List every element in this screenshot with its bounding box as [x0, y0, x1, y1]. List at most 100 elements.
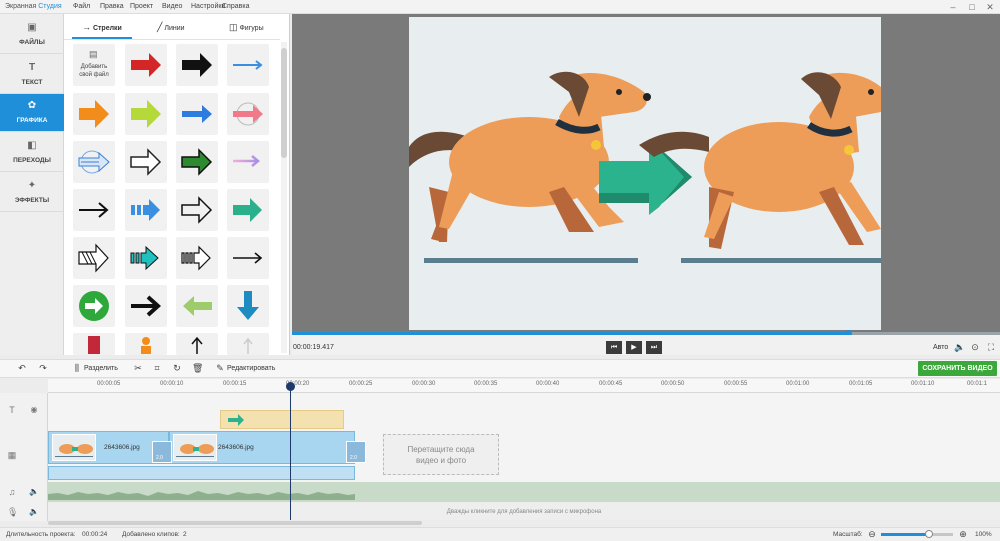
arrow-item[interactable] — [176, 285, 218, 327]
minimize-button[interactable]: – — [948, 2, 958, 12]
sidebar-item-transitions[interactable]: ◧ ПЕРЕХОДЫ — [0, 134, 64, 172]
arrow-item[interactable] — [227, 93, 269, 135]
black-arrow-icon — [182, 53, 212, 77]
arrow-item[interactable] — [125, 285, 167, 327]
menu-settings[interactable]: Настройки — [191, 3, 225, 10]
ruler-label: 00:00:55 — [724, 381, 748, 387]
thin-black-arrow-icon — [233, 252, 263, 264]
play-button[interactable]: ▶ — [626, 341, 642, 354]
edit-icon[interactable]: ✎ — [215, 363, 225, 373]
playhead-handle[interactable] — [286, 382, 295, 391]
ruler-label: 00:00:30 — [412, 381, 436, 387]
arrow-item[interactable] — [73, 93, 115, 135]
arrow-item[interactable] — [176, 333, 218, 355]
maximize-button[interactable]: □ — [967, 2, 977, 12]
arrow-item[interactable] — [73, 189, 115, 231]
next-frame-button[interactable]: ⏭ — [646, 341, 662, 354]
drop-zone-text: Перетащите сюда — [407, 445, 475, 454]
volume-icon[interactable]: 🔈 — [29, 487, 39, 497]
video-clip[interactable]: 2643606.jpg — [169, 431, 355, 464]
cut-icon[interactable]: ✂ — [133, 363, 143, 373]
add-file-button[interactable]: ▤ Добавить свой файл — [73, 44, 115, 86]
arrow-item[interactable] — [125, 333, 167, 355]
transition-marker[interactable]: 2.0 — [346, 441, 366, 463]
segmented-blue-arrow-icon — [131, 199, 160, 221]
prev-frame-button[interactable]: ⏮ — [606, 341, 622, 354]
tab-arrows[interactable]: → Стрелки — [82, 18, 122, 36]
arrow-item[interactable] — [176, 237, 218, 279]
text-track[interactable] — [48, 393, 1000, 429]
split-button[interactable]: Разделить — [84, 365, 118, 372]
arrow-item[interactable] — [73, 237, 115, 279]
ruler-label: 00:00:15 — [223, 381, 247, 387]
arrow-item[interactable] — [176, 189, 218, 231]
transition-marker[interactable]: 2.0 — [152, 441, 172, 463]
menu-edit[interactable]: Правка — [100, 3, 124, 10]
clip-thumbnail — [52, 434, 96, 461]
ruler-label: 00:01:10 — [911, 381, 935, 387]
sidebar-item-graphics[interactable]: ✿ ГРАФИКА — [0, 94, 64, 132]
arrow-item[interactable] — [176, 93, 218, 135]
delete-icon[interactable]: 🗑 — [192, 363, 203, 373]
sidebar-item-text[interactable]: T ТЕКСТ — [0, 56, 64, 94]
arrow-item[interactable] — [125, 189, 167, 231]
tab-lines[interactable]: ╱ Линии — [157, 18, 185, 36]
outline-3d-arrow-icon — [130, 148, 162, 176]
clip-name: 2643606.jpg — [104, 444, 140, 451]
edit-button[interactable]: Редактировать — [227, 365, 275, 372]
split-icon[interactable]: ⫼ — [72, 363, 82, 373]
arrow-item[interactable] — [227, 237, 269, 279]
mic-hint: Дважды кликните для добавления записи с … — [446, 509, 602, 515]
volume-icon[interactable]: 🔈 — [954, 342, 965, 352]
zoom-slider-knob[interactable] — [925, 530, 933, 538]
menu-project[interactable]: Проект — [130, 3, 153, 10]
ruler-label: 00:00:50 — [661, 381, 685, 387]
crop-icon[interactable]: ⌗ — [152, 363, 162, 373]
sidebar-item-effects[interactable]: ✦ ЭФФЕКТЫ — [0, 174, 64, 212]
orange-person-icon — [141, 337, 151, 354]
transitions-icon: ◧ — [27, 140, 37, 151]
library-scrollbar-thumb[interactable] — [281, 48, 287, 158]
snapshot-icon[interactable]: ⊙ — [970, 342, 980, 352]
media-drop-zone[interactable]: Перетащите сюда видео и фото — [383, 434, 499, 475]
arrow-item[interactable] — [227, 333, 269, 355]
close-button[interactable]: ✕ — [985, 2, 995, 12]
menu-file[interactable]: Файл — [73, 3, 90, 10]
arrow-item[interactable] — [125, 93, 167, 135]
volume-icon[interactable]: 🔈 — [29, 507, 39, 517]
arrow-item[interactable] — [227, 285, 269, 327]
ruler-label: 00:00:40 — [536, 381, 560, 387]
arrow-item[interactable] — [176, 141, 218, 183]
mic-track-icon: 🎙 — [7, 507, 19, 517]
save-video-button[interactable]: СОХРАНИТЬ ВИДЕО — [918, 361, 997, 376]
skip-back-icon: ⏮ — [610, 344, 618, 351]
rotate-icon[interactable]: ↻ — [172, 363, 182, 373]
arrow-item[interactable] — [73, 285, 115, 327]
arrow-item[interactable] — [227, 44, 269, 86]
pink-arrow-icon — [233, 102, 263, 126]
green-circle-arrow-icon — [79, 291, 109, 321]
visibility-eye-icon[interactable]: ◉ — [29, 405, 39, 415]
arrow-item[interactable] — [125, 237, 167, 279]
aspect-auto-toggle[interactable]: Авто — [933, 344, 948, 351]
menu-video[interactable]: Видео — [162, 3, 182, 10]
clip-effects-strip[interactable] — [48, 466, 355, 480]
sidebar-item-files[interactable]: ▣ ФАЙЛЫ — [0, 16, 64, 54]
arrow-item[interactable] — [73, 141, 115, 183]
undo-icon[interactable]: ↶ — [17, 363, 27, 373]
arrow-item[interactable] — [227, 141, 269, 183]
graphics-clip[interactable] — [220, 410, 344, 429]
zoom-in-icon[interactable]: ⊕ — [958, 529, 968, 539]
video-clip[interactable]: 2643606.jpg — [48, 431, 169, 464]
arrow-item[interactable] — [227, 189, 269, 231]
zoom-out-icon[interactable]: ⊖ — [867, 529, 877, 539]
redo-icon[interactable]: ↷ — [38, 363, 48, 373]
arrow-item[interactable] — [176, 44, 218, 86]
menu-help[interactable]: Справка — [222, 3, 249, 10]
timeline-scrollbar-thumb[interactable] — [48, 521, 422, 525]
fullscreen-icon[interactable]: ⛶ — [986, 342, 996, 352]
arrow-item[interactable] — [73, 333, 115, 355]
arrow-item[interactable] — [125, 141, 167, 183]
tab-shapes[interactable]: ◫ Фигуры — [229, 18, 264, 36]
arrow-item[interactable] — [125, 44, 167, 86]
